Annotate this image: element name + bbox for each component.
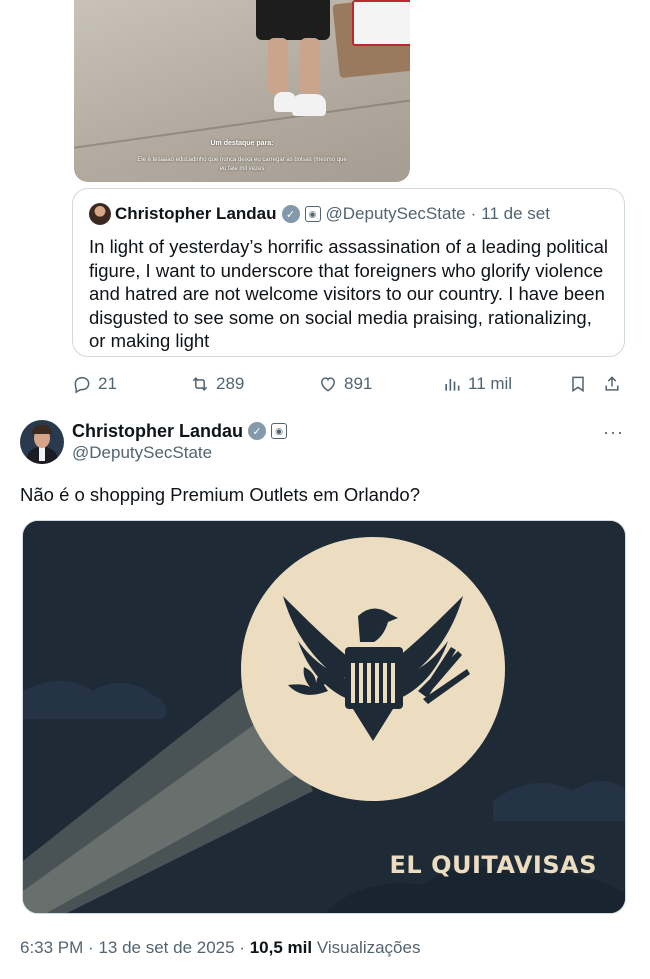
verified-icon: ✓ (281, 205, 300, 223)
author-name-row: Christopher Landau ✓ ◉ (72, 420, 288, 442)
photo-shopping-bag-white (352, 0, 410, 46)
avatar-shirt (39, 447, 45, 461)
photo-person-leg (268, 38, 288, 94)
more-icon[interactable]: ··· (603, 422, 624, 443)
avatar[interactable] (20, 420, 64, 464)
post-time[interactable]: 6:33 PM (20, 938, 83, 957)
views-count: 11 mil (468, 374, 513, 393)
repost-button[interactable]: 289 (190, 370, 244, 398)
meta-separator: · (239, 938, 245, 957)
gov-badge-icon: ◉ (271, 423, 288, 439)
quoted-separator: · (470, 204, 477, 223)
photo-caption-body: Ele é tesaaao educadinho que nunca deixa… (137, 157, 347, 172)
post-text: Não é o shopping Premium Outlets em Orla… (20, 484, 421, 505)
avatar-hair (32, 425, 52, 434)
views-icon (445, 379, 460, 391)
post-action-bar: 21 289 891 11 mil (72, 370, 628, 398)
post-media-image[interactable]: EL QUITAVISAS (22, 520, 626, 914)
quoted-post-photo[interactable]: Um destaque para: Ele é tesaaao educadin… (74, 0, 410, 182)
views-total: 10,5 mil (249, 938, 313, 957)
gov-badge-icon: ◉ (304, 206, 321, 222)
photo-person-shoe (292, 94, 326, 116)
quoted-author-avatar[interactable] (89, 203, 111, 225)
reply-count: 21 (98, 374, 117, 393)
photo-caption-title: Um destaque para: (210, 140, 274, 147)
verified-icon: ✓ (248, 422, 267, 440)
meta-separator: · (88, 938, 94, 957)
like-count: 891 (344, 374, 373, 393)
like-button[interactable]: 891 (318, 370, 372, 398)
quoted-post-date[interactable]: 11 de set (481, 204, 550, 224)
bookmark-icon (572, 376, 584, 393)
repost-icon (192, 377, 208, 391)
post-date[interactable]: 13 de set de 2025 (98, 938, 234, 957)
quoted-post-card[interactable]: Christopher Landau ✓ ◉ @DeputySecState ·… (72, 188, 625, 357)
reply-button[interactable]: 21 (72, 370, 117, 398)
repost-count: 289 (216, 374, 245, 393)
post-header: Christopher Landau ✓ ◉ @DeputySecState ·… (20, 420, 630, 466)
quoted-author-handle[interactable]: @DeputySecState (326, 204, 466, 224)
views-button[interactable]: 11 mil (442, 370, 512, 398)
media-label: EL QUITAVISAS (389, 851, 597, 879)
quoted-post-header: Christopher Landau ✓ ◉ @DeputySecState ·… (89, 203, 608, 225)
photo-person-leg (300, 38, 320, 94)
share-icon (605, 376, 619, 391)
quoted-post-text: In light of yesterday’s horrific assassi… (89, 236, 608, 351)
photo-person-shorts (256, 0, 330, 40)
author-handle[interactable]: @DeputySecState (72, 443, 212, 463)
like-icon (320, 377, 336, 392)
share-button[interactable] (602, 370, 628, 398)
post-meta: 6:33 PM · 13 de set de 2025 · 10,5 mil V… (20, 938, 420, 958)
reply-icon (74, 377, 90, 394)
author-name[interactable]: Christopher Landau (72, 421, 243, 442)
bookmark-button[interactable] (568, 370, 594, 398)
views-label: Visualizações (316, 938, 421, 957)
quoted-author-name[interactable]: Christopher Landau (115, 204, 277, 224)
